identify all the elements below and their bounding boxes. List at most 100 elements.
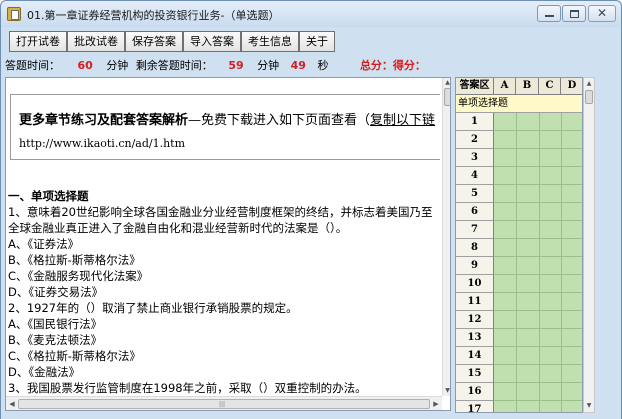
window-title: 01.第一章证券经营机构的投资银行业务-（单选题） bbox=[27, 9, 280, 22]
minute-label: 分钟 bbox=[257, 59, 280, 72]
scroll-down-icon[interactable]: ▼ bbox=[584, 400, 594, 412]
question-line: 2、1927年的（）取消了禁止商业银行承销股票的规定。 bbox=[8, 301, 298, 315]
grade-paper-button[interactable]: 批改试卷 bbox=[67, 31, 125, 52]
answer-row-number[interactable]: 15 bbox=[456, 365, 494, 383]
option-line: B、《格拉斯-斯蒂格尔法》 bbox=[8, 253, 141, 267]
column-header-b: B bbox=[516, 78, 539, 95]
option-line: C、《金融服务现代化法案》 bbox=[8, 269, 149, 283]
question-line: 全球金融业真正进入了金融自由化和混业经营新时代的法案是（）。 bbox=[8, 221, 348, 235]
answer-row-number[interactable]: 12 bbox=[456, 311, 494, 329]
answer-row-number[interactable]: 16 bbox=[456, 383, 494, 401]
option-line: A、《证券法》 bbox=[8, 237, 80, 251]
score-label: 总分：得分： bbox=[359, 59, 426, 72]
answer-section-label: 单项选择题 bbox=[456, 95, 582, 113]
scroll-thumb[interactable]: ||| bbox=[18, 399, 430, 409]
scroll-thumb[interactable] bbox=[585, 90, 593, 104]
grid-line bbox=[561, 113, 562, 412]
maximize-button[interactable] bbox=[562, 5, 586, 22]
answer-grid[interactable]: 答案区 A B C D 单项选择题 1 2 3 4 5 6 7 8 9 10 11 12 13 14 15 1… bbox=[455, 77, 583, 413]
answer-time-value: 60 bbox=[77, 59, 93, 72]
grid-line bbox=[494, 256, 582, 257]
answer-row-number[interactable]: 14 bbox=[456, 347, 494, 365]
minimize-icon bbox=[545, 15, 554, 17]
option-line: A、《国民银行法》 bbox=[8, 317, 103, 331]
option-line: D、《金融法》 bbox=[8, 365, 81, 379]
section-heading: 一、单项选择题 bbox=[8, 189, 89, 203]
grid-line bbox=[516, 113, 517, 412]
answer-row-number[interactable]: 7 bbox=[456, 221, 494, 239]
ad-title-bold: 更多章节练习及配套答案解析 bbox=[19, 113, 189, 128]
second-label: 秒 bbox=[317, 59, 329, 72]
ad-title-sub: —免费下载进入如下页面查看（ bbox=[188, 113, 371, 128]
grid-line bbox=[539, 113, 540, 412]
question-horizontal-scrollbar[interactable]: ◀ ||| ▶ bbox=[6, 396, 442, 410]
grid-line bbox=[494, 382, 582, 383]
timer-bar: 答题时间： 60 分钟 剩余答题时间： 59 分钟 49 秒 总分：得分： bbox=[5, 57, 426, 73]
question-line: 1、意味着20世纪影响全球各国金融业分业经营制度框架的终结，并标志着美国乃至 bbox=[8, 205, 433, 219]
scroll-up-icon[interactable]: ▲ bbox=[443, 78, 450, 88]
answer-row-number[interactable]: 10 bbox=[456, 275, 494, 293]
scroll-down-icon[interactable]: ▼ bbox=[443, 386, 450, 396]
candidate-info-button[interactable]: 考生信息 bbox=[241, 31, 299, 52]
answer-row-number[interactable]: 4 bbox=[456, 167, 494, 185]
scroll-up-icon[interactable]: ▲ bbox=[584, 78, 594, 90]
grid-line bbox=[494, 130, 582, 131]
answer-row-number[interactable]: 3 bbox=[456, 149, 494, 167]
option-line: B、《麦克法顿法》 bbox=[8, 333, 103, 347]
close-icon: ✕ bbox=[597, 6, 608, 20]
title-bar[interactable]: 01.第一章证券经营机构的投资银行业务-（单选题） ✕ bbox=[1, 1, 621, 27]
scroll-thumb[interactable] bbox=[444, 88, 450, 106]
question-panel[interactable]: 更多章节练习及配套答案解析—免费下载进入如下页面查看（复制以下链 http://… bbox=[5, 77, 451, 411]
answer-row-number[interactable]: 9 bbox=[456, 257, 494, 275]
scroll-left-icon[interactable]: ◀ bbox=[6, 397, 18, 410]
grid-line bbox=[494, 400, 582, 401]
close-button[interactable]: ✕ bbox=[588, 5, 616, 22]
option-line: C、《格拉斯-斯蒂格尔法》 bbox=[8, 349, 141, 363]
save-answers-button[interactable]: 保存答案 bbox=[125, 31, 183, 52]
answer-row-number[interactable]: 1 bbox=[456, 113, 494, 131]
ad-link[interactable]: 复制以下链 bbox=[370, 113, 435, 128]
app-icon bbox=[7, 7, 21, 21]
grid-line bbox=[494, 202, 582, 203]
answer-row-number[interactable]: 2 bbox=[456, 131, 494, 149]
about-button[interactable]: 关于 bbox=[299, 31, 335, 52]
grid-line bbox=[494, 328, 582, 329]
grid-line bbox=[494, 238, 582, 239]
minimize-button[interactable] bbox=[537, 5, 561, 22]
answer-row-number[interactable]: 17 bbox=[456, 401, 494, 412]
answer-area-header: 答案区 bbox=[456, 78, 494, 95]
status-strip bbox=[1, 413, 621, 419]
grid-line bbox=[494, 346, 582, 347]
column-header-d: D bbox=[561, 78, 582, 95]
grid-line bbox=[494, 310, 582, 311]
grip-icon: ||| bbox=[219, 401, 226, 408]
ad-title: 更多章节练习及配套答案解析—免费下载进入如下页面查看（复制以下链 bbox=[19, 109, 435, 128]
answer-row-number[interactable]: 6 bbox=[456, 203, 494, 221]
answer-grid-scrollbar[interactable]: ▲ ▼ bbox=[583, 77, 595, 413]
app-window: 01.第一章证券经营机构的投资银行业务-（单选题） ✕ 打开试卷 批改试卷 保存… bbox=[0, 0, 622, 419]
grid-line bbox=[494, 292, 582, 293]
remaining-minutes: 59 bbox=[228, 59, 244, 72]
question-line: 3、我国股票发行监管制度在1998年之前，采取（）双重控制的办法。 bbox=[8, 381, 367, 395]
grid-line bbox=[494, 166, 582, 167]
answer-row-number[interactable]: 13 bbox=[456, 329, 494, 347]
scroll-right-icon[interactable]: ▶ bbox=[430, 397, 442, 410]
answer-row-number[interactable]: 8 bbox=[456, 239, 494, 257]
grid-line bbox=[494, 148, 582, 149]
column-header-c: C bbox=[539, 78, 561, 95]
answer-row-number[interactable]: 5 bbox=[456, 185, 494, 203]
option-line: D、《证券交易法》 bbox=[8, 285, 104, 299]
answer-row-number[interactable]: 11 bbox=[456, 293, 494, 311]
answer-time-label: 答题时间： bbox=[5, 59, 60, 72]
ad-box: 更多章节练习及配套答案解析—免费下载进入如下页面查看（复制以下链 http://… bbox=[10, 94, 440, 160]
grid-line bbox=[494, 364, 582, 365]
remaining-time-label: 剩余答题时间： bbox=[135, 59, 213, 72]
open-paper-button[interactable]: 打开试卷 bbox=[9, 31, 67, 52]
ad-url[interactable]: http://www.ikaoti.cn/ad/1.htm bbox=[19, 137, 185, 150]
grid-line bbox=[494, 184, 582, 185]
grid-line bbox=[494, 274, 582, 275]
toolbar: 打开试卷 批改试卷 保存答案 导入答案 考生信息 关于 bbox=[9, 31, 335, 53]
import-answers-button[interactable]: 导入答案 bbox=[183, 31, 241, 52]
grid-line bbox=[494, 220, 582, 221]
question-vertical-scrollbar[interactable]: ▲ ▼ bbox=[442, 78, 450, 396]
